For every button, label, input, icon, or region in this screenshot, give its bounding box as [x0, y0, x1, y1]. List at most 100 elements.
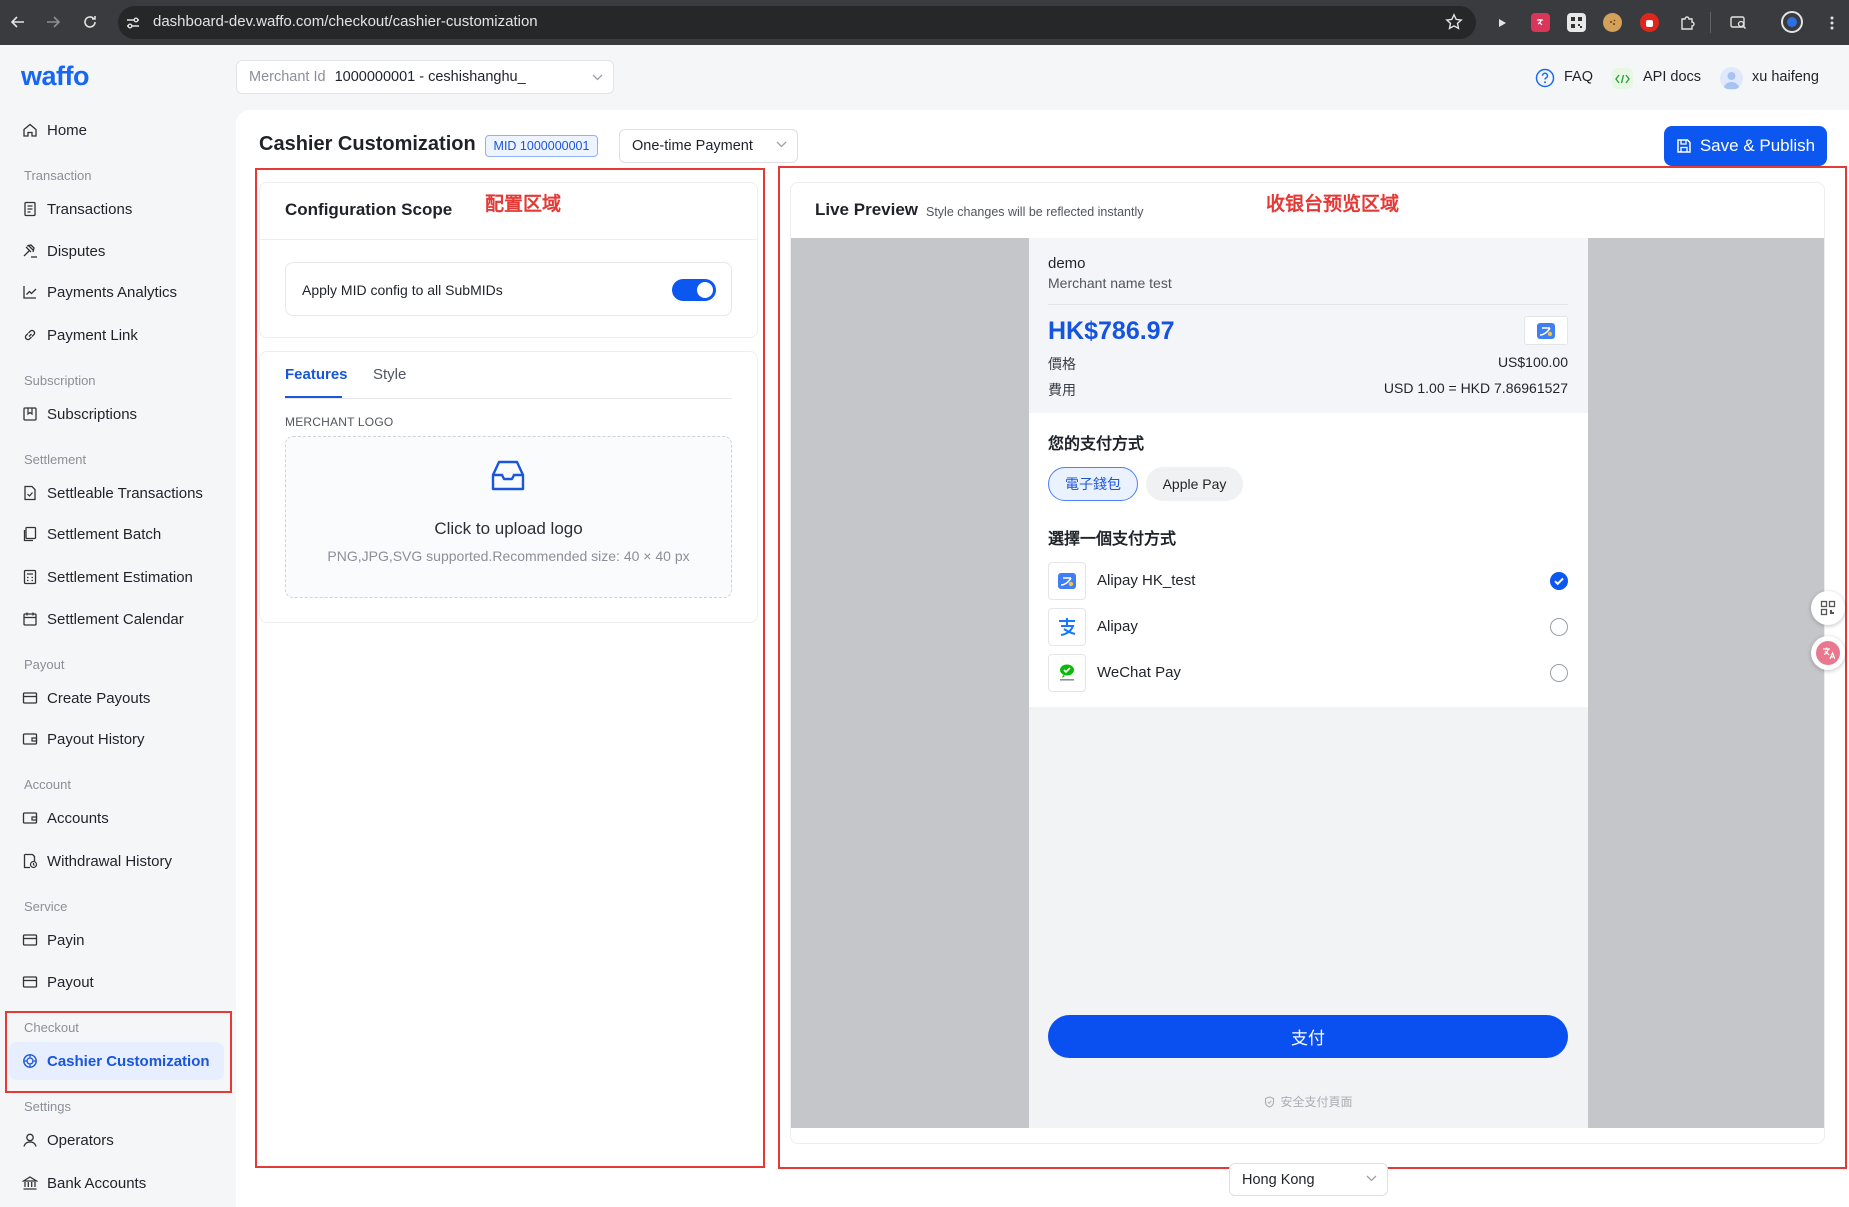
sidebar-highlight-box	[5, 1011, 232, 1093]
radio-button[interactable]	[1550, 664, 1568, 682]
sidebar-item-label: Disputes	[47, 242, 106, 260]
document-stack-icon	[23, 526, 37, 542]
tab-search-icon[interactable]	[1729, 13, 1748, 32]
floating-qr-icon[interactable]	[1811, 591, 1845, 625]
tab-features[interactable]: Features	[285, 366, 348, 383]
sidebar-item-settlement-estimation[interactable]: Settlement Estimation	[9, 559, 224, 595]
sidebar-item-payout-history[interactable]: Payout History	[9, 721, 224, 757]
forward-icon[interactable]	[42, 11, 64, 33]
save-publish-label: Save & Publish	[1699, 136, 1816, 155]
sidebar-item-payin[interactable]: Payin	[9, 922, 224, 958]
stop-icon[interactable]	[1640, 13, 1659, 32]
payment-option-alipay[interactable]: Alipay	[1048, 608, 1568, 646]
sidebar-item-create-payouts[interactable]: Create Payouts	[9, 680, 224, 716]
waffo-logo[interactable]: waffo	[21, 61, 90, 92]
api-docs-link[interactable]: API docs	[1643, 69, 1701, 85]
secure-payment-label: 安全支付頁面	[1280, 1095, 1353, 1109]
fee-label: 費用	[1048, 382, 1076, 398]
sidebar-item-home[interactable]: Home	[9, 112, 224, 148]
back-icon[interactable]	[7, 11, 29, 33]
sidebar-item-settleable-transactions[interactable]: Settleable Transactions	[9, 475, 224, 511]
sidebar-item-bank-accounts[interactable]: Bank Accounts	[9, 1165, 224, 1201]
region-value: Hong Kong	[1242, 1171, 1315, 1188]
sidebar-item-label: Payout History	[47, 730, 145, 748]
sidebar-section-account: Account	[24, 777, 71, 792]
save-publish-button[interactable]: Save & Publish	[1664, 126, 1827, 166]
upload-title: Click to upload logo	[434, 519, 583, 538]
sidebar-item-label: Payin	[47, 931, 85, 949]
sidebar-item-label: Payout	[47, 973, 94, 991]
pay-button[interactable]: 支付	[1048, 1015, 1568, 1058]
sidebar-section-subscription: Subscription	[24, 373, 96, 388]
cookie-icon[interactable]	[1603, 13, 1622, 32]
puzzle-icon[interactable]	[1677, 13, 1696, 32]
payment-type-select[interactable]: One-time Payment	[619, 129, 798, 163]
sidebar-item-withdrawal-history[interactable]: Withdrawal History	[9, 843, 224, 879]
sidebar-item-payment-link[interactable]: Payment Link	[9, 317, 224, 353]
document-check-icon	[24, 485, 36, 501]
bookmark-star-icon[interactable]	[1445, 13, 1463, 31]
reload-icon[interactable]	[79, 11, 101, 33]
user-name[interactable]: xu haifeng	[1752, 69, 1819, 85]
live-preview-title: Live Preview	[815, 200, 919, 219]
sidebar-item-payments-analytics[interactable]: Payments Analytics	[9, 274, 224, 310]
merchant-short-name: demo	[1048, 255, 1086, 272]
sidebar-item-payout[interactable]: Payout	[9, 964, 224, 1000]
avatar[interactable]	[1720, 67, 1743, 90]
tab-style[interactable]: Style	[373, 366, 406, 383]
radio-button[interactable]	[1550, 572, 1568, 590]
profile-icon[interactable]	[1781, 11, 1803, 33]
secure-payment-note: 安全支付頁面	[1029, 1093, 1588, 1110]
sidebar-item-disputes[interactable]: Disputes	[9, 233, 224, 269]
apply-mid-config-toggle[interactable]	[672, 279, 716, 301]
sidebar-item-label: Settlement Estimation	[47, 568, 193, 586]
card-divider	[260, 239, 757, 240]
payment-option-label: Alipay HK_test	[1097, 572, 1196, 589]
payment-option-alipay-hk[interactable]: Alipay HK_test	[1048, 562, 1568, 600]
sidebar-item-transactions[interactable]: Transactions	[9, 191, 224, 227]
gavel-icon	[23, 244, 37, 258]
api-docs-icon[interactable]	[1612, 68, 1633, 89]
radio-button[interactable]	[1550, 618, 1568, 636]
total-amount: HK$786.97	[1048, 317, 1175, 345]
sidebar-item-settlement-batch[interactable]: Settlement Batch	[9, 516, 224, 552]
configuration-scope-title: Configuration Scope	[285, 200, 453, 219]
sidebar-item-subscriptions[interactable]: Subscriptions	[9, 396, 224, 432]
tabs-divider	[285, 398, 732, 399]
qr-code-icon[interactable]	[1567, 13, 1586, 32]
upload-hint: PNG,JPG,SVG supported.Recommended size: …	[327, 548, 690, 564]
play-icon[interactable]	[1492, 13, 1511, 32]
more-menu-icon[interactable]	[1822, 13, 1841, 32]
wechat-pay-icon	[1048, 654, 1086, 692]
sidebar-section-transaction: Transaction	[24, 168, 92, 183]
chevron-down-icon	[592, 74, 603, 81]
sidebar-item-label: Accounts	[47, 809, 109, 827]
region-select[interactable]: Hong Kong	[1229, 1163, 1388, 1196]
sidebar-item-label: Home	[47, 121, 88, 139]
home-icon	[23, 123, 37, 137]
merchant-id-select[interactable]: Merchant Id 1000000001 - ceshishanghu_	[236, 60, 614, 94]
faq-link[interactable]: FAQ	[1564, 69, 1593, 85]
sidebar-item-accounts[interactable]: Accounts	[9, 800, 224, 836]
sidebar-item-label: Create Payouts	[47, 689, 151, 707]
url-text[interactable]: dashboard-dev.waffo.com/checkout/cashier…	[153, 13, 538, 30]
bank-icon	[22, 1176, 38, 1190]
shield-icon	[1265, 1095, 1275, 1108]
sidebar-item-operators[interactable]: Operators	[9, 1122, 224, 1158]
sidebar-item-label: Settlement Calendar	[47, 610, 184, 628]
faq-icon[interactable]	[1535, 68, 1555, 88]
price-value: US$100.00	[1497, 354, 1568, 370]
sidebar-item-settlement-calendar[interactable]: Settlement Calendar	[9, 601, 224, 637]
payment-option-wechat-pay[interactable]: WeChat Pay	[1048, 654, 1568, 692]
checkout-preview: demo Merchant name test HK$786.97 價格 US$…	[1029, 238, 1588, 1128]
save-icon	[1677, 139, 1691, 153]
method-chip-apple-pay[interactable]: Apple Pay	[1146, 467, 1243, 501]
site-info-icon[interactable]	[125, 15, 141, 31]
sidebar-section-settlement: Settlement	[24, 452, 87, 467]
alipay-hk-icon	[1048, 562, 1086, 600]
floating-translate-icon[interactable]	[1811, 636, 1845, 670]
method-chip-ewallet[interactable]: 電子錢包	[1048, 467, 1138, 501]
apply-mid-config-label: Apply MID config to all SubMIDs	[302, 282, 503, 298]
card-icon	[22, 934, 38, 946]
translate-icon[interactable]	[1531, 13, 1550, 32]
